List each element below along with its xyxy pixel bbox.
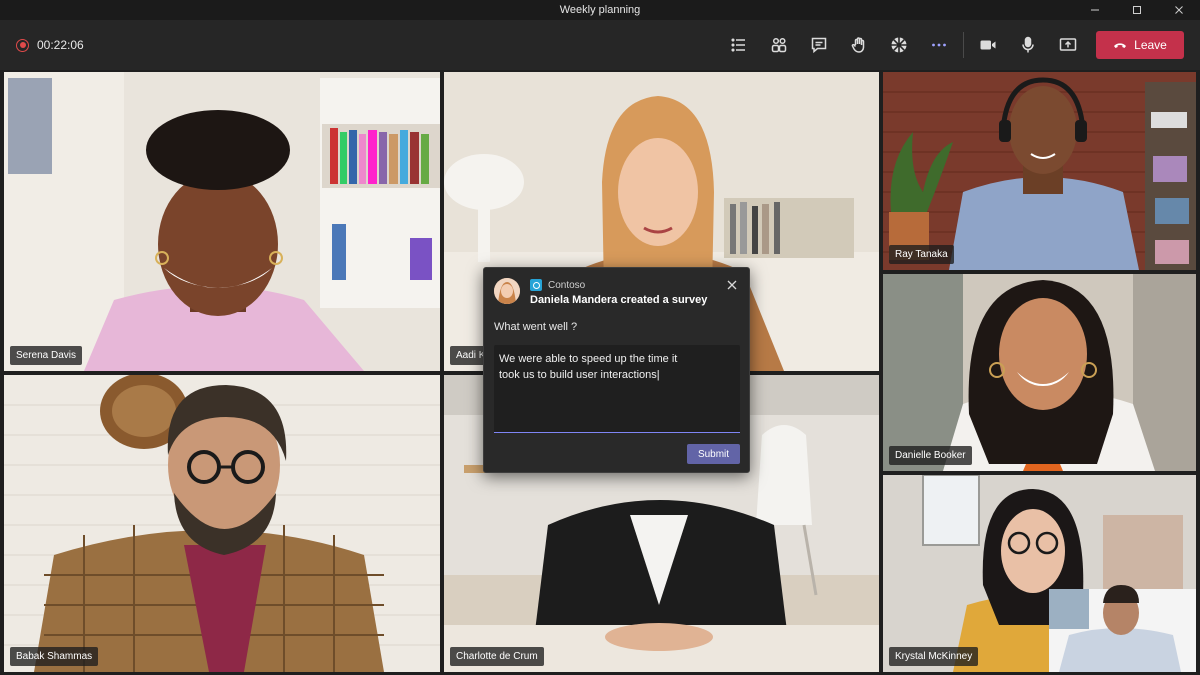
video-tile-babak-shammas[interactable]: Babak Shammas [4,375,440,672]
window-title: Weekly planning [559,4,641,16]
participants-list-button[interactable] [719,25,759,65]
participant-name: Babak Shammas [10,647,99,666]
chat-button[interactable] [799,25,839,65]
participant-name: Ray Tanaka [889,245,954,264]
video-feed [883,274,1196,471]
survey-app: Contoso [530,279,585,291]
close-window-icon[interactable] [1158,0,1200,20]
video-tile-ray-tanaka[interactable]: Ray Tanaka [883,72,1196,270]
answer-line: took us to build user interactions| [499,369,660,381]
record-icon [16,38,29,52]
camera-icon [980,40,996,50]
minimize-icon[interactable] [1074,0,1116,20]
survey-card: Contoso Daniela Mandera created a survey… [483,267,750,473]
video-feed [883,475,1196,672]
meeting-toolbar: 00:22:06 Leave [0,20,1200,70]
toolbar-divider [963,32,964,58]
submit-button[interactable]: Submit [687,444,740,464]
participant-name: Krystal McKinney [889,647,979,666]
video-tile-krystal-mckinney[interactable]: Krystal McKinney [883,475,1196,672]
toolbar-actions: Leave [719,20,1184,70]
window-titlebar: Weekly planning [0,0,1200,20]
people-icon [771,37,787,53]
survey-question: What went well ? [494,321,578,333]
more-icon [932,43,946,47]
window-controls [1074,0,1200,20]
microphone-button[interactable] [1008,25,1048,65]
share-icon [1059,38,1077,51]
participant-name: Serena Davis [10,346,83,365]
video-tile-danielle-booker[interactable]: Danielle Booker [883,274,1196,471]
raise-hand-button[interactable] [839,25,879,65]
avatar [494,278,520,304]
camera-button[interactable] [968,25,1008,65]
hand-icon [851,37,865,53]
maximize-icon[interactable] [1116,0,1158,20]
leave-label: Leave [1134,38,1167,52]
share-screen-button[interactable] [1048,25,1088,65]
more-options-button[interactable] [919,25,959,65]
leave-button[interactable]: Leave [1096,31,1184,59]
apps-icon [891,37,907,53]
video-feed [4,72,440,371]
video-feed [883,72,1196,270]
meeting-timer: 00:22:06 [37,38,84,52]
list-icon [731,38,745,52]
close-icon[interactable] [725,278,739,292]
survey-answer-field[interactable]: We were able to speed up the time it too… [494,345,740,433]
apps-button[interactable] [879,25,919,65]
contoso-app-icon [530,279,542,291]
people-button[interactable] [759,25,799,65]
chat-icon [811,37,827,54]
hang-up-icon [1114,43,1127,48]
video-tile-serena-davis[interactable]: Serena Davis [4,72,440,371]
recording-indicator: 00:22:06 [16,38,84,52]
participant-name: Charlotte de Crum [450,647,544,666]
participant-name: Danielle Booker [889,446,972,465]
video-feed [4,375,440,672]
answer-line: We were able to speed up the time it [499,353,678,365]
microphone-icon [1022,36,1034,53]
survey-app-name: Contoso [548,279,586,291]
survey-title: Daniela Mandera created a survey [530,294,708,306]
